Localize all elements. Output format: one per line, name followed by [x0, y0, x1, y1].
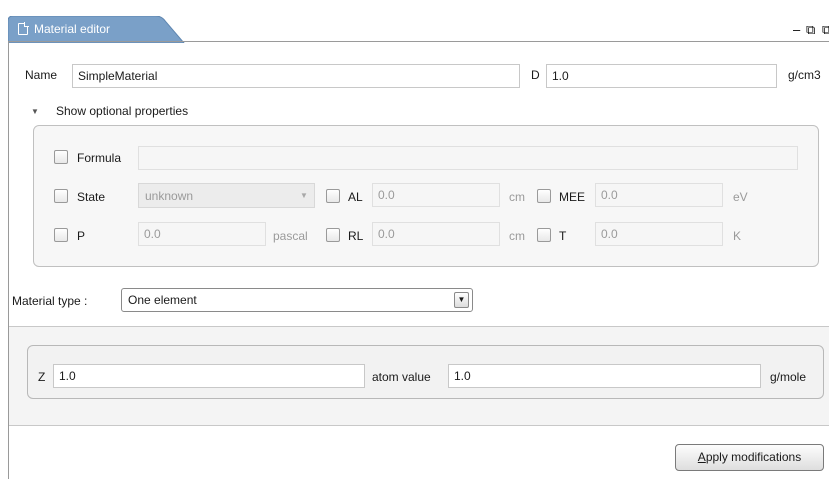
optional-properties-toggle[interactable]: Show optional properties [56, 104, 188, 118]
atom-value-input[interactable] [448, 364, 761, 388]
mee-checkbox[interactable] [537, 189, 551, 203]
al-label: AL [348, 190, 363, 204]
p-label: P [77, 229, 86, 243]
formula-input[interactable] [138, 146, 798, 170]
apply-label: pply modifications [705, 450, 802, 464]
restore-icon[interactable]: ⧉ [806, 22, 815, 38]
p-checkbox[interactable] [54, 228, 68, 242]
z-label: Z [38, 370, 46, 384]
al-unit: cm [509, 190, 525, 204]
material-type-value: One element [128, 293, 197, 307]
editor-tab-title[interactable]: Material editor [34, 22, 110, 36]
p-unit: pascal [273, 229, 308, 243]
apply-mnemonic: A [697, 450, 706, 464]
apply-modifications-button[interactable]: Apply modifications [675, 444, 824, 471]
material-type-label: Material type : [12, 294, 88, 308]
tab-underline [8, 41, 829, 42]
al-checkbox[interactable] [326, 189, 340, 203]
mee-unit: eV [733, 190, 748, 204]
t-input[interactable] [595, 222, 723, 246]
mee-label: MEE [559, 190, 586, 204]
t-unit: K [733, 229, 742, 243]
t-label: T [559, 229, 567, 243]
state-checkbox[interactable] [54, 189, 68, 203]
t-checkbox[interactable] [537, 228, 551, 242]
atom-value-unit: g/mole [770, 370, 807, 384]
title-bar: Material editor – ⧉ ⧉ [0, 0, 829, 43]
minimize-icon[interactable]: – [793, 22, 800, 37]
formula-label: Formula [77, 151, 122, 165]
expand-arrow-icon[interactable]: ▼ [31, 107, 39, 116]
formula-checkbox[interactable] [54, 150, 68, 164]
float-icon[interactable]: ⧉ [822, 22, 829, 38]
chevron-down-icon: ▼ [300, 191, 308, 200]
chevron-down-icon[interactable]: ▼ [454, 292, 469, 308]
p-input[interactable] [138, 222, 266, 246]
document-icon [18, 22, 29, 35]
rl-unit: cm [509, 229, 525, 243]
density-label: D [531, 68, 540, 82]
state-select[interactable]: unknown ▼ [138, 183, 315, 208]
rl-label: RL [348, 229, 364, 243]
density-unit: g/cm3 [788, 68, 821, 82]
rl-input[interactable] [372, 222, 500, 246]
material-type-select[interactable]: One element ▼ [121, 288, 473, 312]
z-input[interactable] [53, 364, 365, 388]
al-input[interactable] [372, 183, 500, 207]
name-label: Name [25, 68, 58, 82]
mee-input[interactable] [595, 183, 723, 207]
atom-value-label: atom value [372, 370, 431, 384]
state-select-value: unknown [145, 189, 194, 203]
density-input[interactable] [546, 64, 777, 88]
name-input[interactable] [72, 64, 520, 88]
state-label: State [77, 190, 106, 204]
rl-checkbox[interactable] [326, 228, 340, 242]
